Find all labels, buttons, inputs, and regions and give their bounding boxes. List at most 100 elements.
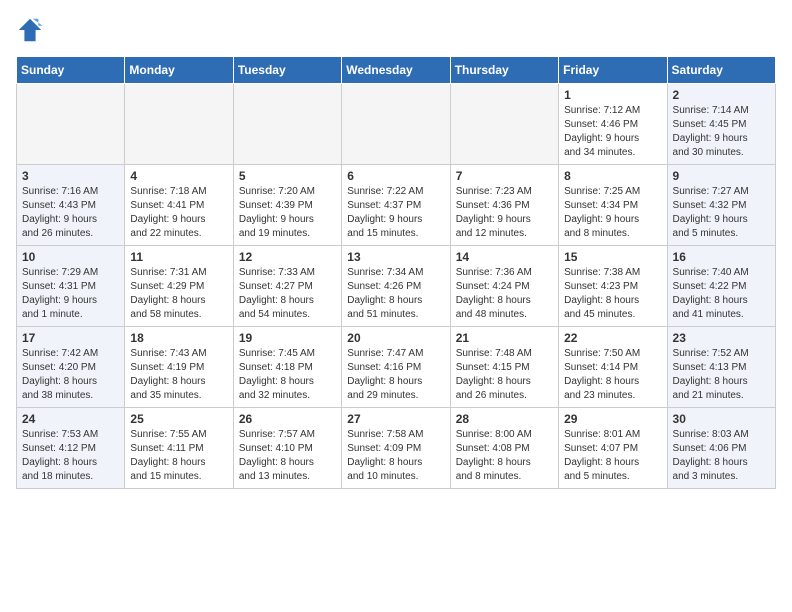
- calendar-cell: 21 Sunrise: 7:48 AM Sunset: 4:15 PM Dayli…: [450, 327, 558, 408]
- calendar-cell: [342, 84, 450, 165]
- calendar-cell: 22Sunrise: 7:50 AM Sunset: 4:14 PM Dayli…: [559, 327, 667, 408]
- header-monday: Monday: [125, 57, 233, 84]
- day-info: Sunrise: 7:57 AM Sunset: 4:10 PM Dayligh…: [239, 428, 336, 484]
- day-number: 15: [564, 250, 661, 264]
- header-tuesday: Tuesday: [233, 57, 341, 84]
- calendar-cell: 12Sunrise: 7:33 AM Sunset: 4:27 PM Dayli…: [233, 246, 341, 327]
- day-number: 18: [130, 331, 227, 345]
- day-info: Sunrise: 7:43 AM Sunset: 4:19 PM Dayligh…: [130, 347, 227, 403]
- header-thursday: Thursday: [450, 57, 558, 84]
- day-number: 28: [456, 412, 553, 426]
- logo-icon: [16, 16, 44, 44]
- day-number: 2: [673, 88, 770, 102]
- calendar-cell: 19 Sunrise: 7:45 AM Sunset: 4:18 PM Dayli…: [233, 327, 341, 408]
- day-number: 21: [456, 331, 553, 345]
- page-header: [16, 16, 776, 44]
- day-number: 3: [22, 169, 119, 183]
- calendar-cell: [450, 84, 558, 165]
- day-number: 11: [130, 250, 227, 264]
- week-row-2: 3 Sunrise: 7:16 AM Sunset: 4:43 PM Daylig…: [17, 165, 776, 246]
- calendar-cell: 26 Sunrise: 7:57 AM Sunset: 4:10 PM Dayli…: [233, 408, 341, 489]
- day-number: 4: [130, 169, 227, 183]
- calendar-cell: 11 Sunrise: 7:31 AM Sunset: 4:29 PM Dayli…: [125, 246, 233, 327]
- day-number: 14: [456, 250, 553, 264]
- day-info: Sunrise: 7:14 AM Sunset: 4:45 PM Dayligh…: [673, 104, 770, 160]
- day-info: Sunrise: 7:29 AM Sunset: 4:31 PM Dayligh…: [22, 266, 119, 322]
- day-number: 22: [564, 331, 661, 345]
- day-number: 25: [130, 412, 227, 426]
- calendar-cell: [125, 84, 233, 165]
- day-info: Sunrise: 7:55 AM Sunset: 4:11 PM Dayligh…: [130, 428, 227, 484]
- day-info: Sunrise: 7:33 AM Sunset: 4:27 PM Dayligh…: [239, 266, 336, 322]
- day-number: 17: [22, 331, 119, 345]
- calendar-cell: 9 Sunrise: 7:27 AM Sunset: 4:32 PM Daylig…: [667, 165, 775, 246]
- day-number: 27: [347, 412, 444, 426]
- day-info: Sunrise: 7:23 AM Sunset: 4:36 PM Dayligh…: [456, 185, 553, 241]
- day-info: Sunrise: 8:03 AM Sunset: 4:06 PM Dayligh…: [673, 428, 770, 484]
- calendar-cell: 16Sunrise: 7:40 AM Sunset: 4:22 PM Dayli…: [667, 246, 775, 327]
- calendar-cell: [233, 84, 341, 165]
- day-number: 6: [347, 169, 444, 183]
- day-number: 9: [673, 169, 770, 183]
- day-number: 30: [673, 412, 770, 426]
- calendar-table: SundayMondayTuesdayWednesdayThursdayFrid…: [16, 56, 776, 489]
- calendar-header-row: SundayMondayTuesdayWednesdayThursdayFrid…: [17, 57, 776, 84]
- day-info: Sunrise: 7:20 AM Sunset: 4:39 PM Dayligh…: [239, 185, 336, 241]
- calendar-cell: 24 Sunrise: 7:53 AM Sunset: 4:12 PM Dayli…: [17, 408, 125, 489]
- header-saturday: Saturday: [667, 57, 775, 84]
- day-info: Sunrise: 7:22 AM Sunset: 4:37 PM Dayligh…: [347, 185, 444, 241]
- day-info: Sunrise: 7:34 AM Sunset: 4:26 PM Dayligh…: [347, 266, 444, 322]
- calendar-cell: 10 Sunrise: 7:29 AM Sunset: 4:31 PM Dayli…: [17, 246, 125, 327]
- day-info: Sunrise: 7:45 AM Sunset: 4:18 PM Dayligh…: [239, 347, 336, 403]
- calendar-cell: 25 Sunrise: 7:55 AM Sunset: 4:11 PM Dayli…: [125, 408, 233, 489]
- calendar-cell: 30 Sunrise: 8:03 AM Sunset: 4:06 PM Dayli…: [667, 408, 775, 489]
- day-info: Sunrise: 7:31 AM Sunset: 4:29 PM Dayligh…: [130, 266, 227, 322]
- day-info: Sunrise: 7:25 AM Sunset: 4:34 PM Dayligh…: [564, 185, 661, 241]
- day-number: 10: [22, 250, 119, 264]
- calendar-cell: [17, 84, 125, 165]
- header-sunday: Sunday: [17, 57, 125, 84]
- week-row-4: 17 Sunrise: 7:42 AM Sunset: 4:20 PM Dayli…: [17, 327, 776, 408]
- day-number: 29: [564, 412, 661, 426]
- calendar-cell: 13Sunrise: 7:34 AM Sunset: 4:26 PM Dayli…: [342, 246, 450, 327]
- day-number: 26: [239, 412, 336, 426]
- calendar-cell: 6 Sunrise: 7:22 AM Sunset: 4:37 PM Daylig…: [342, 165, 450, 246]
- day-info: Sunrise: 7:42 AM Sunset: 4:20 PM Dayligh…: [22, 347, 119, 403]
- calendar-cell: 8 Sunrise: 7:25 AM Sunset: 4:34 PM Daylig…: [559, 165, 667, 246]
- day-info: Sunrise: 8:01 AM Sunset: 4:07 PM Dayligh…: [564, 428, 661, 484]
- day-info: Sunrise: 7:18 AM Sunset: 4:41 PM Dayligh…: [130, 185, 227, 241]
- day-number: 24: [22, 412, 119, 426]
- day-info: Sunrise: 7:47 AM Sunset: 4:16 PM Dayligh…: [347, 347, 444, 403]
- day-info: Sunrise: 7:27 AM Sunset: 4:32 PM Dayligh…: [673, 185, 770, 241]
- day-number: 1: [564, 88, 661, 102]
- week-row-1: 1 Sunrise: 7:12 AM Sunset: 4:46 PM Daylig…: [17, 84, 776, 165]
- day-info: Sunrise: 7:53 AM Sunset: 4:12 PM Dayligh…: [22, 428, 119, 484]
- day-number: 5: [239, 169, 336, 183]
- day-number: 19: [239, 331, 336, 345]
- day-info: Sunrise: 7:16 AM Sunset: 4:43 PM Dayligh…: [22, 185, 119, 241]
- calendar-cell: 3 Sunrise: 7:16 AM Sunset: 4:43 PM Daylig…: [17, 165, 125, 246]
- day-number: 20: [347, 331, 444, 345]
- day-info: Sunrise: 7:48 AM Sunset: 4:15 PM Dayligh…: [456, 347, 553, 403]
- calendar-cell: 23 Sunrise: 7:52 AM Sunset: 4:13 PM Dayli…: [667, 327, 775, 408]
- calendar-cell: 7Sunrise: 7:23 AM Sunset: 4:36 PM Daylig…: [450, 165, 558, 246]
- week-row-3: 10 Sunrise: 7:29 AM Sunset: 4:31 PM Dayli…: [17, 246, 776, 327]
- header-friday: Friday: [559, 57, 667, 84]
- day-info: Sunrise: 7:38 AM Sunset: 4:23 PM Dayligh…: [564, 266, 661, 322]
- calendar-cell: 18 Sunrise: 7:43 AM Sunset: 4:19 PM Dayli…: [125, 327, 233, 408]
- day-info: Sunrise: 7:58 AM Sunset: 4:09 PM Dayligh…: [347, 428, 444, 484]
- calendar-cell: 4 Sunrise: 7:18 AM Sunset: 4:41 PM Daylig…: [125, 165, 233, 246]
- day-info: Sunrise: 8:00 AM Sunset: 4:08 PM Dayligh…: [456, 428, 553, 484]
- logo: [16, 16, 48, 44]
- calendar-cell: 27 Sunrise: 7:58 AM Sunset: 4:09 PM Dayli…: [342, 408, 450, 489]
- day-number: 23: [673, 331, 770, 345]
- calendar-cell: 17 Sunrise: 7:42 AM Sunset: 4:20 PM Dayli…: [17, 327, 125, 408]
- day-number: 16: [673, 250, 770, 264]
- header-wednesday: Wednesday: [342, 57, 450, 84]
- day-info: Sunrise: 7:52 AM Sunset: 4:13 PM Dayligh…: [673, 347, 770, 403]
- day-info: Sunrise: 7:36 AM Sunset: 4:24 PM Dayligh…: [456, 266, 553, 322]
- calendar-cell: 14 Sunrise: 7:36 AM Sunset: 4:24 PM Dayli…: [450, 246, 558, 327]
- calendar-cell: 15 Sunrise: 7:38 AM Sunset: 4:23 PM Dayli…: [559, 246, 667, 327]
- day-info: Sunrise: 7:12 AM Sunset: 4:46 PM Dayligh…: [564, 104, 661, 160]
- day-number: 8: [564, 169, 661, 183]
